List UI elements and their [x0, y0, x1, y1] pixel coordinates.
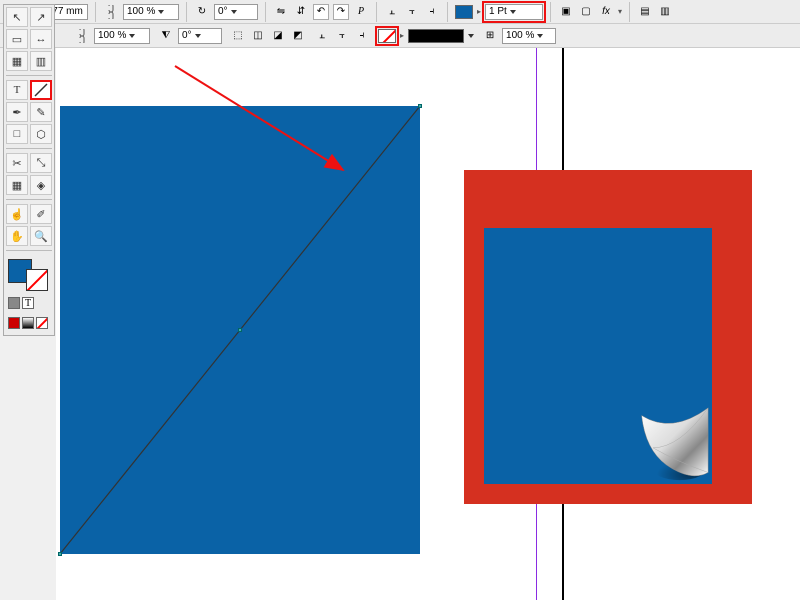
scissors-tool[interactable]: ✂	[6, 153, 28, 173]
ruler-tool[interactable]: ▦	[6, 51, 28, 71]
flip-h-icon[interactable]: ⇋	[273, 4, 289, 20]
chevron-down-icon	[231, 10, 237, 14]
flip-v-icon[interactable]: ⇵	[293, 4, 309, 20]
shear-dropdown[interactable]: 0°	[178, 28, 222, 44]
options-bar-bottom: 100 % ⧨ 0° ⬚ ◫ ◪ ◩ ⫠ ⫟ ⫞ ▸ ⊞ 100 %	[0, 24, 800, 48]
note-tool[interactable]: ☝	[6, 204, 28, 224]
rotate-value: 0°	[218, 6, 228, 17]
scale-y-dropdown[interactable]: 100 %	[94, 28, 150, 44]
panel-1-icon[interactable]: ▤	[637, 4, 653, 20]
opacity-value: 100 %	[506, 30, 534, 41]
align-1-icon[interactable]: ⫠	[384, 4, 400, 20]
scale-x-value: 100 %	[127, 6, 155, 17]
pen-tool[interactable]: ✒	[6, 102, 28, 122]
apply-color-icon[interactable]	[8, 317, 20, 329]
eyedropper-tool[interactable]: ✐	[30, 204, 52, 224]
align-5-icon[interactable]: ⫟	[334, 28, 350, 44]
stroke-more-arrow[interactable]: ▸	[400, 31, 404, 40]
rectangle-tool[interactable]: □	[6, 124, 28, 144]
selection-handle-2[interactable]	[418, 104, 422, 108]
stroke-swatch-none[interactable]	[378, 29, 396, 43]
fitframe-icon[interactable]: ▣	[558, 4, 574, 20]
chevron-down-icon	[537, 34, 543, 38]
stroke-weight-dropdown[interactable]: 1 Pt	[485, 4, 543, 20]
measure-tool[interactable]: ▥	[30, 51, 52, 71]
shear-icon[interactable]: ⧨	[158, 28, 174, 44]
align-2-icon[interactable]: ⫟	[404, 4, 420, 20]
type-tool[interactable]: T	[6, 80, 28, 100]
fill-more-arrow[interactable]: ▸	[477, 7, 481, 16]
stroke-weight-value: 1 Pt	[489, 6, 507, 17]
zoom-tool[interactable]: 🔍	[30, 226, 52, 246]
fillframe-icon[interactable]: ▢	[578, 4, 594, 20]
color-mode-row: T	[6, 297, 52, 309]
canvas[interactable]	[56, 48, 800, 600]
wrap-3-icon[interactable]: ◪	[270, 28, 286, 44]
panel-2-icon[interactable]: ▥	[657, 4, 673, 20]
link-wh-icon[interactable]	[103, 4, 119, 20]
selection-tool[interactable]: ↖	[6, 7, 28, 27]
color-variant-row	[6, 317, 52, 329]
align-4-icon[interactable]: ⫠	[314, 28, 330, 44]
rotate-dropdown[interactable]: 0°	[214, 4, 258, 20]
direct-select-tool[interactable]: ↗	[30, 7, 52, 27]
gradient-tool[interactable]: ▦	[6, 175, 28, 195]
rotate-ccw-icon[interactable]: ↶	[313, 4, 329, 20]
toolbox: ↖ ↗ ▭ ↔ ▦ ▥ T ✒ ✎ □ ⬡ ✂ ⤡ ▦ ◈ ☝ ✐ ✋ 🔍 T	[3, 4, 55, 336]
apply-text-icon[interactable]: T	[22, 297, 34, 309]
wrap-2-icon[interactable]: ◫	[250, 28, 266, 44]
chevron-down-icon	[129, 34, 135, 38]
stroke-style-swatch[interactable]	[408, 29, 464, 43]
current-stroke-swatch[interactable]	[26, 269, 48, 291]
free-transform-tool[interactable]: ⤡	[30, 153, 52, 173]
small-arrow: ▾	[618, 7, 622, 16]
fill-swatch[interactable]	[455, 5, 473, 19]
pencil-tool[interactable]: ✎	[30, 102, 52, 122]
align-6-icon[interactable]: ⫞	[354, 28, 370, 44]
opacity-dropdown[interactable]: 100 %	[502, 28, 556, 44]
gradient-feather-tool[interactable]: ◈	[30, 175, 52, 195]
link-scale-icon[interactable]	[74, 28, 90, 44]
apply-container-icon[interactable]	[8, 297, 20, 309]
blue-inner-rectangle[interactable]	[484, 228, 712, 484]
page-tool[interactable]: ▭	[6, 29, 28, 49]
chevron-down-icon	[468, 34, 474, 38]
chevron-down-icon	[158, 10, 164, 14]
rotate-cw-icon[interactable]: ↷	[333, 4, 349, 20]
hand-tool[interactable]: ✋	[6, 226, 28, 246]
selection-handle-1[interactable]	[58, 552, 62, 556]
selection-handle-center[interactable]	[238, 328, 242, 332]
scale-y-value: 100 %	[98, 30, 126, 41]
wrap-4-icon[interactable]: ◩	[290, 28, 306, 44]
shear-value: 0°	[182, 30, 192, 41]
type-on-path-icon[interactable]: P	[353, 4, 369, 20]
centerproportional-icon[interactable]: ⊞	[482, 28, 498, 44]
align-3-icon[interactable]: ⫞	[424, 4, 440, 20]
polygon-tool[interactable]: ⬡	[30, 124, 52, 144]
gap-tool[interactable]: ↔	[30, 29, 52, 49]
line-tool[interactable]	[30, 80, 52, 100]
wrap-1-icon[interactable]: ⬚	[230, 28, 246, 44]
apply-gradient-icon[interactable]	[22, 317, 34, 329]
chevron-down-icon	[195, 34, 201, 38]
fx-icon[interactable]: fx	[598, 4, 614, 20]
scale-x-dropdown[interactable]: 100 %	[123, 4, 179, 20]
apply-none-icon[interactable]	[36, 317, 48, 329]
rotate-icon[interactable]: ↻	[194, 4, 210, 20]
chevron-down-icon	[510, 10, 516, 14]
options-bar-top: 100 % ↻ 0° ⇋ ⇵ ↶ ↷ P ⫠ ⫟ ⫞ ▸ 1 Pt ▣ ▢ fx…	[0, 0, 800, 24]
fill-stroke-control[interactable]	[6, 257, 50, 293]
